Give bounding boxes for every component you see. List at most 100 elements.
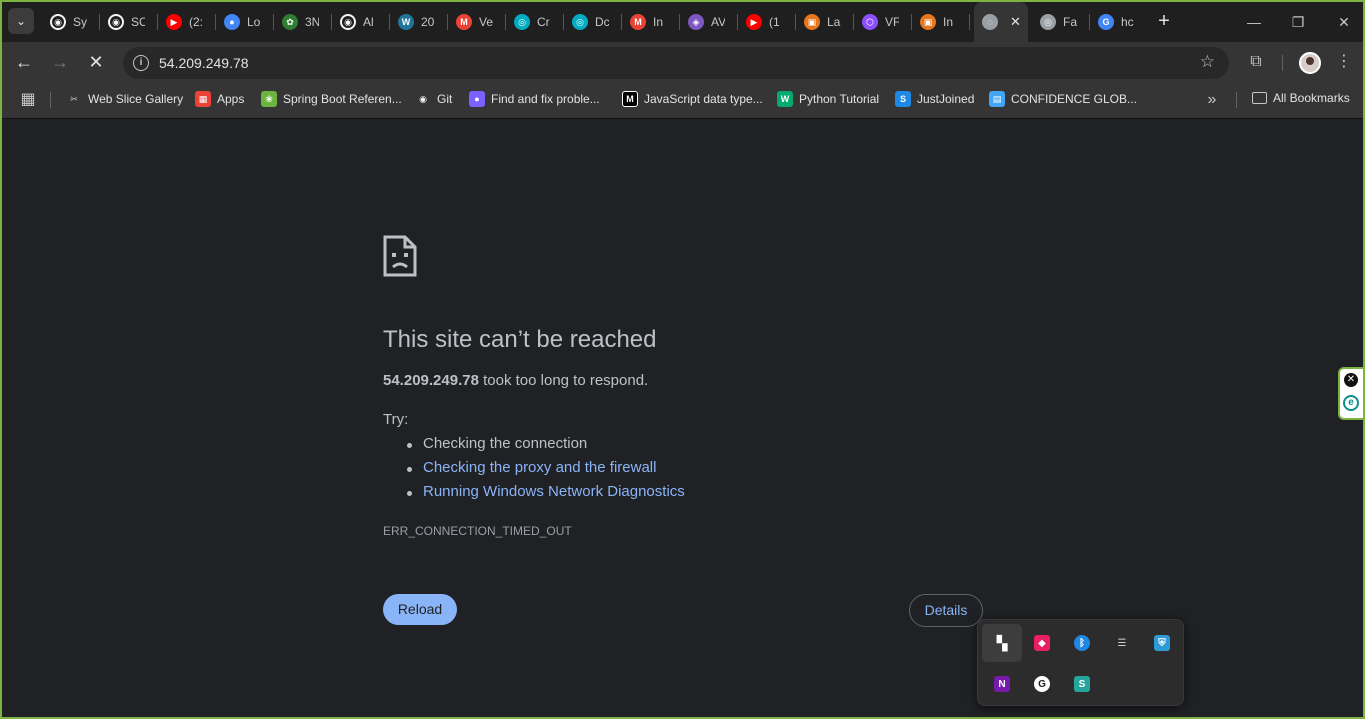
close-icon[interactable]: ✕ [1344, 373, 1358, 387]
tab-search-button[interactable]: ⌄ [8, 8, 34, 34]
tab-18[interactable]: Ghc [1090, 8, 1146, 36]
tab-4[interactable]: ✿ 3N [274, 8, 330, 36]
arrow-right-icon: → [51, 52, 69, 72]
bookmarks-bar: ▦ ✂ Web Slice Gallery ▦ Apps ❀ Spring Boot Re… [2, 82, 1363, 119]
profile-avatar[interactable] [1299, 52, 1321, 74]
bookmark-item-5[interactable]: M JavaScript data type... [622, 91, 763, 107]
reload-button[interactable]: Reload [383, 594, 457, 625]
tab-0[interactable]: ◉ Sy [42, 8, 98, 36]
bookmarks-divider [50, 92, 51, 108]
tab-14[interactable]: ⬡ VF [854, 8, 910, 36]
aws-cube-icon: ◈ [688, 14, 704, 30]
suggestion-proxy-firewall-link[interactable]: Checking the proxy and the firewall [406, 459, 656, 476]
stop-loading-button[interactable]: ✕ [84, 50, 108, 74]
address-bar[interactable]: i 54.209.249.78 ☆ [123, 47, 1229, 79]
tab-16[interactable]: ◌ ✕ [974, 2, 1028, 42]
tab-17[interactable]: ◎ Fa [1032, 8, 1088, 36]
tab-title: 20 [421, 15, 435, 29]
error-title: This site can’t be reached [383, 326, 657, 353]
site-info-icon[interactable]: i [133, 55, 149, 71]
close-tab-icon[interactable]: ✕ [1010, 14, 1021, 30]
bookmark-label: Web Slice Gallery [88, 92, 184, 106]
security-shield-icon[interactable]: ⛨ [1142, 624, 1182, 662]
bookmark-label: Find and fix proble... [491, 92, 600, 106]
restore-button[interactable]: ❐ [1286, 10, 1310, 34]
all-bookmarks-button[interactable]: All Bookmarks [1252, 91, 1350, 105]
extensions-icon[interactable]: ⧉ [1244, 50, 1268, 74]
bookmark-item-6[interactable]: W Python Tutorial [777, 91, 879, 107]
back-button[interactable]: ← [12, 50, 36, 74]
bookmark-label: CONFIDENCE GLOB... [1011, 92, 1138, 106]
cube-app-icon-glyph: ◆ [1034, 635, 1050, 651]
taskbar-app-icon[interactable]: ▚ [982, 624, 1022, 662]
bluetooth-icon[interactable]: ᛒ [1062, 624, 1102, 662]
suggestion-network-diagnostics-link[interactable]: Running Windows Network Diagnostics [407, 483, 685, 500]
cube-app-icon[interactable]: ◆ [1022, 624, 1062, 662]
tab-9[interactable]: ◎ Dc [564, 8, 620, 36]
details-button[interactable]: Details [909, 594, 983, 627]
snagit-icon[interactable]: S [1062, 665, 1102, 703]
eye-icon: ◎ [514, 14, 530, 30]
tab-3[interactable]: ● Lo [216, 8, 272, 36]
onenote-icon[interactable]: N [982, 665, 1022, 703]
wordpress-icon: W [398, 14, 414, 30]
arrow-left-icon: ← [15, 52, 33, 72]
bookmark-item-4[interactable]: ● Find and fix proble... [469, 91, 600, 107]
aws-orange-icon: ▣ [804, 14, 820, 30]
bookmark-label: JustJoined [917, 92, 975, 106]
tab-7[interactable]: M Ve [448, 8, 504, 36]
error-message-rest: took too long to respond. [478, 372, 649, 389]
webslice-icon: ✂ [70, 93, 78, 104]
speaker-list-icon[interactable]: ☰ [1102, 624, 1142, 662]
apps-shortcut-icon[interactable]: ▦ [16, 88, 40, 112]
tab-10[interactable]: M In [622, 8, 678, 36]
error-host: 54.209.249.78 [383, 372, 479, 389]
eye-icon: ◎ [1040, 14, 1056, 30]
close-window-button[interactable]: ✕ [1332, 10, 1356, 34]
tree-icon: ✿ [282, 14, 298, 30]
tab-title: (1 [769, 15, 780, 29]
tab-11[interactable]: ◈ AV [680, 8, 736, 36]
onenote-icon-glyph: N [994, 676, 1010, 692]
more-bookmarks-chevron-icon[interactable]: » [1200, 88, 1224, 112]
bookmark-star-icon[interactable]: ☆ [1200, 52, 1215, 72]
bookmark-item-2[interactable]: ❀ Spring Boot Referen... [261, 91, 402, 107]
tab-5[interactable]: ◉ Al [332, 8, 388, 36]
tab-15[interactable]: ▣ In [912, 8, 968, 36]
bookmark-item-1[interactable]: ▦ Apps [195, 91, 244, 107]
more-menu-icon[interactable]: ⋮ [1332, 50, 1356, 74]
tab-6[interactable]: W 20 [390, 8, 446, 36]
tab-13[interactable]: ▣ La [796, 8, 852, 36]
tab-title: SC [131, 15, 145, 29]
apps-grid-icon: ▦ [195, 91, 211, 107]
taskbar-app-icon-glyph: ▚ [996, 634, 1008, 651]
tab-1[interactable]: ◉ SC [100, 8, 156, 36]
bookmark-item-7[interactable]: S JustJoined [895, 91, 974, 107]
bluetooth-icon-glyph: ᛒ [1074, 635, 1090, 651]
purple-dot-icon: ● [469, 91, 485, 107]
bookmark-item-0[interactable]: ✂ Web Slice Gallery [66, 91, 183, 107]
tab-12[interactable]: ▶ (1 [738, 8, 794, 36]
tab-2[interactable]: ▶ (2: [158, 8, 214, 36]
vpc-icon: ⬡ [862, 14, 878, 30]
toolbar-divider [1282, 55, 1283, 71]
url-text[interactable]: 54.209.249.78 [159, 55, 249, 71]
close-icon: ✕ [88, 52, 104, 72]
tab-title: Ve [479, 15, 493, 29]
grammarly-icon[interactable]: G [1022, 665, 1062, 703]
tab-8[interactable]: ◎ Cr [506, 8, 562, 36]
new-tab-button[interactable]: + [1152, 10, 1176, 34]
try-label: Try: [383, 411, 409, 428]
forward-button[interactable]: → [48, 50, 72, 74]
tab-title: AV [711, 15, 725, 29]
github-icon: ◉ [50, 14, 66, 30]
tab-title: Sy [73, 15, 87, 29]
bookmark-label: Python Tutorial [799, 92, 880, 106]
bookmark-item-3[interactable]: ◉ Git [415, 91, 452, 107]
extension-e-icon[interactable]: e [1343, 395, 1359, 411]
security-shield-icon-glyph: ⛨ [1154, 635, 1170, 651]
doc-icon: ▤ [989, 91, 1005, 107]
minimize-button[interactable]: — [1242, 10, 1266, 34]
bookmark-item-8[interactable]: ▤ CONFIDENCE GLOB... [989, 91, 1137, 107]
snagit-icon-glyph: S [1074, 676, 1090, 692]
